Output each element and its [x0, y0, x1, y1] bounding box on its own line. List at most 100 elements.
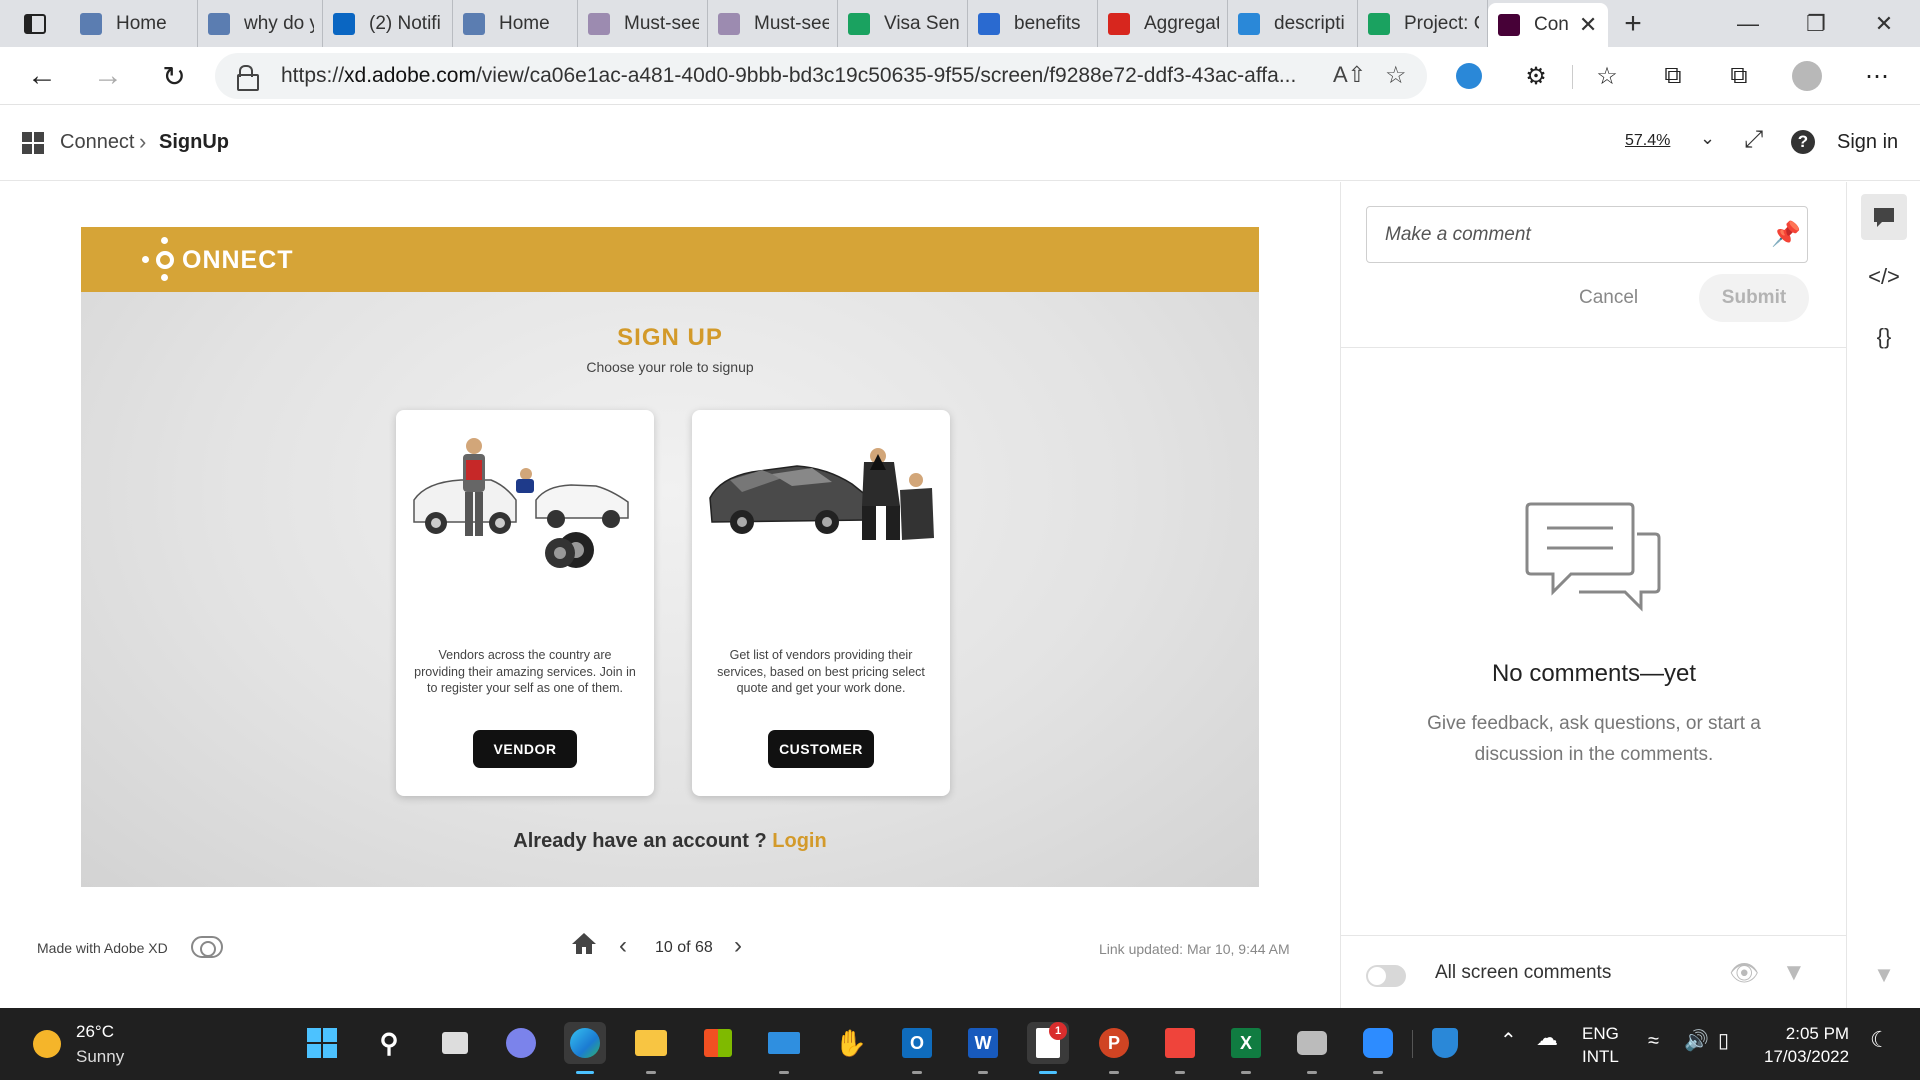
specs-tab-icon[interactable]: {}: [1861, 314, 1907, 360]
next-screen-icon[interactable]: ›: [734, 932, 742, 960]
tab-actions-button[interactable]: [0, 0, 70, 47]
forward-button[interactable]: →: [88, 56, 128, 96]
teams-chat-icon[interactable]: [500, 1022, 542, 1064]
start-icon[interactable]: [301, 1022, 343, 1064]
hand-app-icon[interactable]: ✋: [830, 1022, 872, 1064]
tab-title: descripti: [1274, 12, 1345, 34]
zoom-icon[interactable]: [1357, 1022, 1399, 1074]
previous-screen-icon[interactable]: ‹: [619, 932, 627, 960]
refresh-button[interactable]: ↻: [154, 56, 194, 96]
browser-tab[interactable]: Home: [453, 0, 578, 47]
mail-icon[interactable]: [763, 1022, 805, 1074]
url-domain: xd.adobe.com: [344, 64, 476, 87]
customer-button[interactable]: CUSTOMER: [768, 730, 874, 768]
creative-cloud-icon[interactable]: [191, 936, 223, 958]
sign-in-link[interactable]: Sign in: [1837, 131, 1898, 154]
back-button[interactable]: ←: [22, 56, 62, 96]
anydesk-icon[interactable]: [1159, 1022, 1201, 1074]
browser-tab[interactable]: Aggregat: [1098, 0, 1228, 47]
weather-condition[interactable]: Sunny: [76, 1047, 124, 1067]
file-explorer-icon[interactable]: [630, 1022, 672, 1074]
comment-box[interactable]: 📌: [1366, 206, 1808, 263]
browser-tab[interactable]: benefits: [968, 0, 1098, 47]
browser-tab[interactable]: Visa Seni: [838, 0, 968, 47]
url-text[interactable]: https://xd.adobe.com/view/ca06e1ac-a481-…: [281, 64, 1311, 88]
vendor-button[interactable]: VENDOR: [473, 730, 577, 768]
favorites-icon[interactable]: ☆: [1588, 57, 1626, 95]
brand-name: ONNECT: [182, 245, 294, 274]
new-tab-button[interactable]: +: [1608, 0, 1658, 47]
screen-counter: 10 of 68: [655, 939, 713, 956]
close-tab-icon[interactable]: ✕: [1579, 12, 1597, 38]
breadcrumb-root[interactable]: Connect: [60, 131, 135, 154]
lock-icon[interactable]: [237, 65, 259, 91]
volume-icon[interactable]: 🔊: [1684, 1030, 1709, 1053]
minimize-button[interactable]: —: [1714, 0, 1782, 47]
language-indicator[interactable]: ENG INTL: [1582, 1022, 1619, 1068]
cancel-button[interactable]: Cancel: [1579, 287, 1638, 309]
store-icon[interactable]: [697, 1022, 739, 1064]
help-icon[interactable]: ?: [1791, 130, 1815, 154]
all-screen-comments-toggle[interactable]: [1366, 965, 1406, 987]
chevron-down-icon[interactable]: ⌄: [1700, 128, 1715, 149]
restore-button[interactable]: ❐: [1782, 0, 1850, 47]
app-icon: [80, 12, 102, 35]
filter-off-icon[interactable]: ▼: [1861, 952, 1907, 998]
sync-icon[interactable]: ⧉: [1720, 57, 1758, 95]
read-aloud-icon[interactable]: A⇧: [1333, 62, 1366, 88]
browser-tab[interactable]: Home: [70, 0, 198, 47]
login-link[interactable]: Login: [772, 830, 826, 852]
tab-title: Must-see: [754, 12, 829, 34]
browser-tab[interactable]: Must-see: [708, 0, 838, 47]
browser-tab[interactable]: Project: C: [1358, 0, 1488, 47]
add-favorite-icon[interactable]: ☆: [1385, 61, 1407, 90]
browser-tab[interactable]: why do y: [198, 0, 323, 47]
comments-tab-icon[interactable]: [1861, 194, 1907, 240]
vpn-shield-icon[interactable]: [1424, 1022, 1466, 1064]
already-text: Already have an account ?: [513, 830, 767, 852]
onedrive-icon[interactable]: ☁: [1536, 1026, 1558, 1049]
language-code: ENG: [1582, 1024, 1619, 1043]
zoom-level[interactable]: 57.4%: [1625, 132, 1670, 150]
code-tab-icon[interactable]: </>: [1861, 254, 1907, 300]
word-icon[interactable]: W: [962, 1022, 1004, 1074]
more-menu-icon[interactable]: ⋯: [1858, 57, 1896, 95]
search-icon[interactable]: ⚲: [368, 1022, 410, 1064]
app-icon: [463, 12, 485, 35]
wifi-icon[interactable]: ≈: [1648, 1030, 1659, 1053]
battery-icon[interactable]: ▯: [1718, 1030, 1729, 1053]
visibility-icon[interactable]: 👁: [1729, 959, 1759, 988]
home-icon[interactable]: [571, 931, 597, 955]
browser-tab[interactable]: descripti: [1228, 0, 1358, 47]
browser-tab[interactable]: Con ✕: [1488, 3, 1608, 47]
comment-input[interactable]: [1385, 222, 1745, 248]
profile-avatar[interactable]: [1788, 57, 1826, 95]
weather-temp[interactable]: 26°C: [76, 1022, 114, 1042]
clock[interactable]: 2:05 PM 17/03/2022: [1764, 1022, 1849, 1068]
submit-button[interactable]: Submit: [1699, 274, 1809, 322]
collections-icon[interactable]: ⧉: [1654, 57, 1692, 95]
pin-icon[interactable]: 📌: [1771, 220, 1801, 249]
shield-extension-icon[interactable]: [1450, 57, 1488, 95]
grid-view-icon[interactable]: [22, 132, 44, 154]
task-view-icon[interactable]: [434, 1022, 476, 1064]
notes-icon[interactable]: 1: [1027, 1022, 1069, 1074]
windows-taskbar: 26°C Sunny ⚲ ✋ O W 1 P X ⌃ ☁ ENG INTL ≈: [0, 1008, 1920, 1080]
extensions-icon[interactable]: ⚙: [1517, 57, 1555, 95]
weather-sun-icon[interactable]: [33, 1030, 61, 1058]
close-window-button[interactable]: ✕: [1850, 0, 1918, 47]
fullscreen-icon[interactable]: ⤢: [1744, 126, 1763, 154]
notifications-icon[interactable]: ☾: [1870, 1028, 1890, 1051]
divider: [1341, 347, 1847, 348]
camera-icon[interactable]: [1291, 1022, 1333, 1074]
edge-icon[interactable]: [564, 1022, 606, 1074]
filter-icon[interactable]: ▼: [1782, 959, 1806, 987]
connect-logo[interactable]: ONNECT: [142, 237, 294, 281]
browser-tab[interactable]: Must-see: [578, 0, 708, 47]
outlook-icon[interactable]: O: [896, 1022, 938, 1074]
show-hidden-icons[interactable]: ⌃: [1500, 1030, 1517, 1053]
powerpoint-icon[interactable]: P: [1093, 1022, 1135, 1074]
excel-icon[interactable]: X: [1225, 1022, 1267, 1074]
browser-tab[interactable]: (2) Notifi: [323, 0, 453, 47]
address-bar[interactable]: https://xd.adobe.com/view/ca06e1ac-a481-…: [215, 53, 1427, 99]
